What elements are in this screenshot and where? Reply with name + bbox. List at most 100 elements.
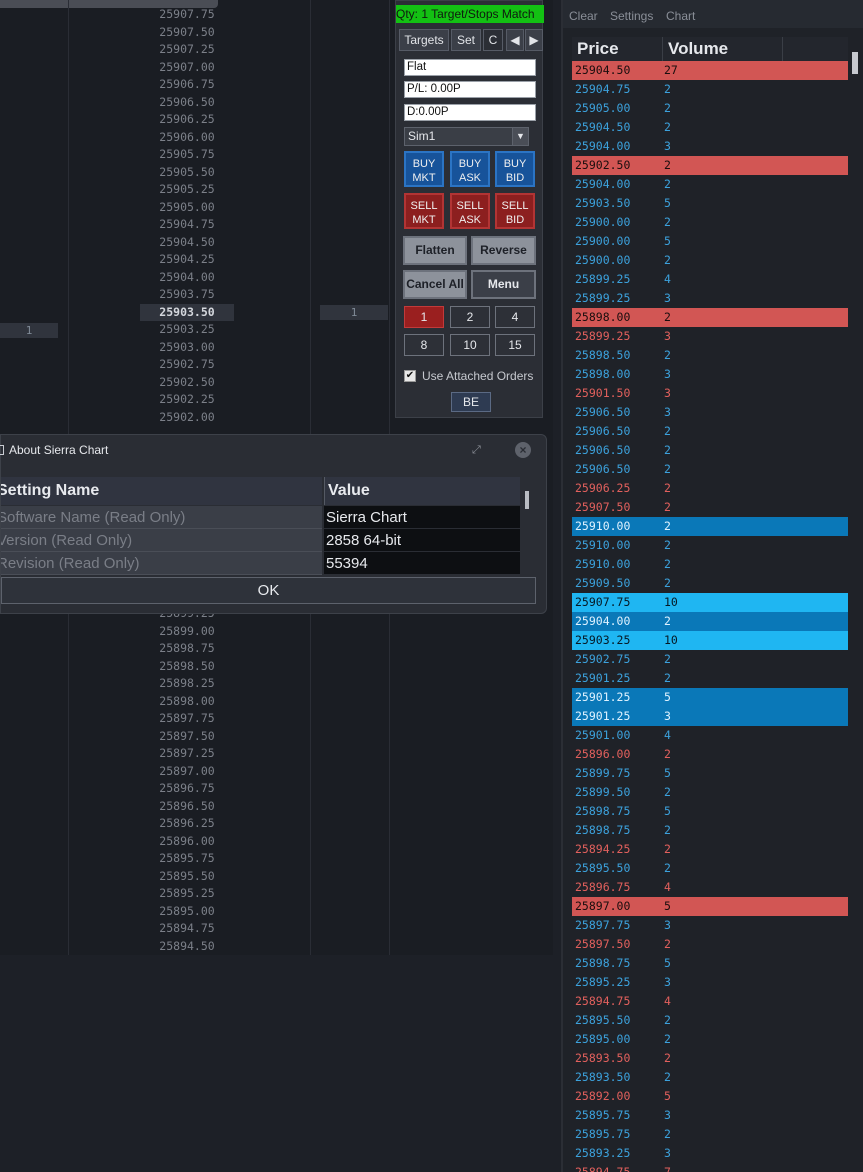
price-cell[interactable]: 25902.00 <box>140 409 234 427</box>
price-cell[interactable]: 25898.75 <box>140 640 234 658</box>
tab-scroll-right[interactable]: ▶ <box>525 29 543 51</box>
tns-row: 25895.50 2 <box>572 1011 848 1030</box>
tns-row: 25895.75 3 <box>572 1106 848 1125</box>
column-header-setting-name: Setting Name <box>1 477 322 505</box>
trade-price: 25909.50 <box>575 576 631 590</box>
price-cell[interactable]: 25902.50 <box>140 374 234 392</box>
tns-row: 25894.75 4 <box>572 992 848 1011</box>
price-cell[interactable]: 25904.25 <box>140 251 234 269</box>
price-cell[interactable]: 25895.50 <box>140 868 234 886</box>
price-cell[interactable]: 25899.00 <box>140 623 234 641</box>
tab-targets[interactable]: Targets <box>399 29 449 51</box>
tab-set[interactable]: Set <box>451 29 481 51</box>
price-cell[interactable]: 25903.75 <box>140 286 234 304</box>
ask-size-cell[interactable]: 1 <box>320 305 388 320</box>
price-cell[interactable]: 25896.50 <box>140 798 234 816</box>
trade-price: 25898.00 <box>575 367 631 381</box>
tns-scrollbar[interactable] <box>852 52 858 74</box>
price-cell[interactable]: 25903.25 <box>140 321 234 339</box>
tns-row: 25904.75 2 <box>572 80 848 99</box>
quantity-8-button[interactable]: 8 <box>404 334 444 356</box>
price-cell[interactable]: 25907.75 <box>140 6 234 24</box>
trade-price: 25893.25 <box>575 1146 631 1160</box>
quantity-2-button[interactable]: 2 <box>450 306 490 328</box>
price-cell[interactable]: 25897.75 <box>140 710 234 728</box>
buy-bid-button[interactable]: BUY BID <box>495 151 535 187</box>
menu-clear[interactable]: Clear <box>569 0 598 28</box>
price-cell[interactable]: 25894.75 <box>140 920 234 938</box>
tns-menubar: Clear Settings Chart <box>563 0 863 28</box>
restore-icon[interactable]: ⤢ <box>472 435 481 465</box>
price-cell[interactable]: 25905.75 <box>140 146 234 164</box>
price-cell[interactable]: 25894.50 <box>140 938 234 956</box>
reverse-button[interactable]: Reverse <box>471 236 536 265</box>
price-cell[interactable]: 25907.00 <box>140 59 234 77</box>
price-cell[interactable]: 25903.00 <box>140 339 234 357</box>
price-cell[interactable]: 25895.00 <box>140 903 234 921</box>
price-cell[interactable]: 25902.25 <box>140 391 234 409</box>
trade-volume: 3 <box>664 139 671 153</box>
price-cell[interactable]: 25898.50 <box>140 658 234 676</box>
quantity-1-button[interactable]: 1 <box>404 306 444 328</box>
trade-price: 25894.75 <box>575 994 631 1008</box>
cancel-all-button[interactable]: Cancel All <box>403 270 467 299</box>
price-cell[interactable]: 25897.50 <box>140 728 234 746</box>
trade-volume: 3 <box>664 975 671 989</box>
price-cell[interactable]: 25906.50 <box>140 94 234 112</box>
price-cell[interactable]: 25897.25 <box>140 745 234 763</box>
trade-volume: 2 <box>664 500 671 514</box>
quantity-4-button[interactable]: 4 <box>495 306 535 328</box>
price-cell[interactable]: 25896.00 <box>140 833 234 851</box>
sell-bid-button[interactable]: SELL BID <box>495 193 535 229</box>
column-header-volume[interactable]: Volume <box>663 37 783 61</box>
dialog-titlebar[interactable]: About Sierra Chart ⤢ × <box>0 435 546 465</box>
buy-market-button[interactable]: BUY MKT <box>404 151 444 187</box>
price-cell[interactable]: 25907.50 <box>140 24 234 42</box>
bid-size-cell[interactable]: 1 <box>0 323 58 338</box>
close-icon[interactable]: × <box>515 442 531 458</box>
trade-volume: 2 <box>664 823 671 837</box>
menu-chart[interactable]: Chart <box>666 0 695 28</box>
price-cell[interactable]: 25898.00 <box>140 693 234 711</box>
chevron-down-icon[interactable]: ▼ <box>512 128 528 145</box>
flatten-button[interactable]: Flatten <box>403 236 467 265</box>
menu-button[interactable]: Menu <box>471 270 536 299</box>
trade-volume: 4 <box>664 994 671 1008</box>
price-cell[interactable]: 25904.50 <box>140 234 234 252</box>
menu-settings[interactable]: Settings <box>610 0 653 28</box>
price-cell[interactable]: 25895.75 <box>140 850 234 868</box>
price-cell[interactable]: 25907.25 <box>140 41 234 59</box>
sell-market-button[interactable]: SELL MKT <box>404 193 444 229</box>
trade-price: 25898.00 <box>575 310 631 324</box>
price-cell[interactable]: 25904.00 <box>140 269 234 287</box>
grid-scrollbar[interactable] <box>525 491 529 509</box>
price-cell[interactable]: 25905.00 <box>140 199 234 217</box>
price-cell[interactable]: 25903.50 <box>140 303 234 321</box>
ok-button[interactable]: OK <box>1 577 536 604</box>
price-cell[interactable]: 25896.75 <box>140 780 234 798</box>
price-cell[interactable]: 25906.25 <box>140 111 234 129</box>
price-cell[interactable]: 25895.25 <box>140 885 234 903</box>
quantity-15-button[interactable]: 15 <box>495 334 535 356</box>
tab-c[interactable]: C <box>483 29 503 51</box>
attached-orders-checkbox[interactable]: ✔ <box>404 370 416 382</box>
tns-row: 25897.00 5 <box>572 897 848 916</box>
price-cell[interactable]: 25898.25 <box>140 675 234 693</box>
account-select[interactable]: Sim1 ▼ <box>404 127 529 146</box>
breakeven-button[interactable]: BE <box>451 392 491 412</box>
price-cell[interactable]: 25905.25 <box>140 181 234 199</box>
buy-ask-button[interactable]: BUY ASK <box>450 151 490 187</box>
tab-scroll-left[interactable]: ◀ <box>506 29 524 51</box>
price-cell[interactable]: 25906.75 <box>140 76 234 94</box>
price-cell[interactable]: 25897.00 <box>140 763 234 781</box>
price-cell[interactable]: 25896.25 <box>140 815 234 833</box>
column-header-price[interactable]: Price <box>572 37 663 61</box>
tns-row: 25898.00 2 <box>572 308 848 327</box>
sell-ask-button[interactable]: SELL ASK <box>450 193 490 229</box>
price-cell[interactable]: 25906.00 <box>140 129 234 147</box>
price-cell[interactable]: 25904.75 <box>140 216 234 234</box>
price-cell[interactable]: 25905.50 <box>140 164 234 182</box>
price-cell[interactable]: 25902.75 <box>140 356 234 374</box>
quantity-10-button[interactable]: 10 <box>450 334 490 356</box>
trade-price: 25896.75 <box>575 880 631 894</box>
